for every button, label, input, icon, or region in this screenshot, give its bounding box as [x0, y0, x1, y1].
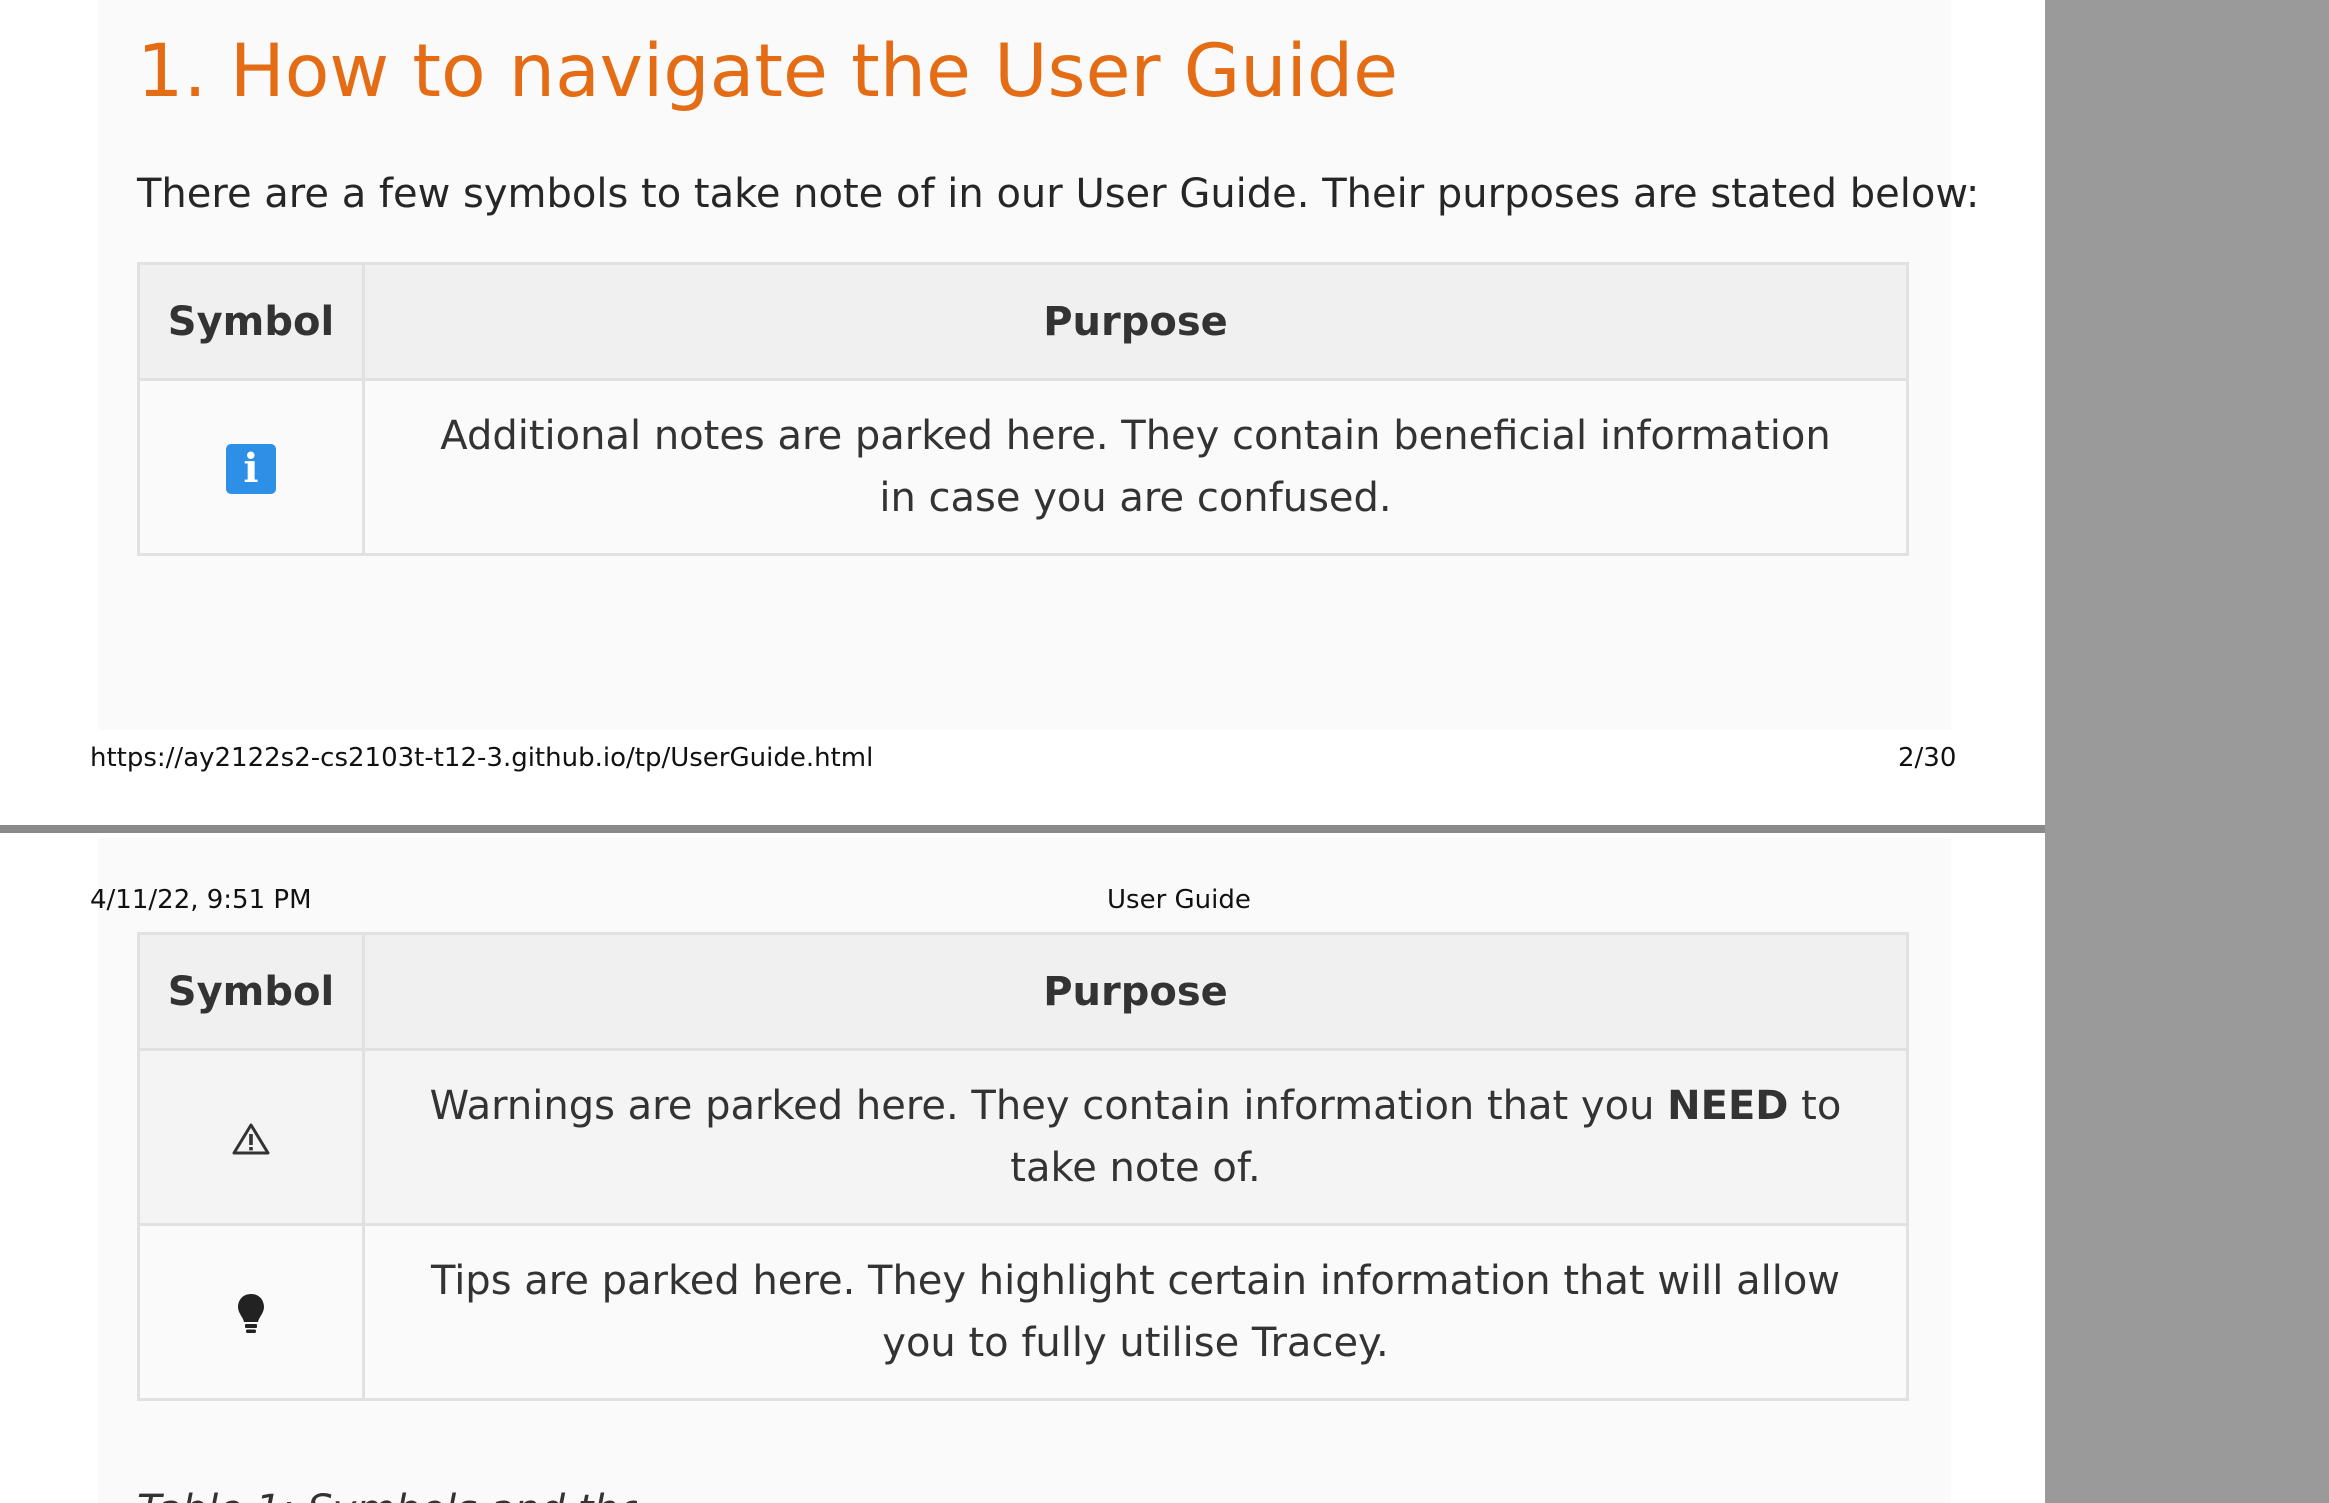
purpose-column-header: Purpose — [362, 932, 1909, 1051]
purpose-cell: Additional notes are parked here. They c… — [362, 378, 1909, 556]
table-caption: Table 1: Symbols and their purpose — [137, 1483, 637, 1503]
symbol-cell — [137, 1223, 365, 1401]
page-header-datetime: 4/11/22, 9:51 PM — [90, 885, 312, 915]
page-footer-number: 2/30 — [1898, 743, 1957, 773]
purpose-cell: Warnings are parked here. They contain i… — [362, 1048, 1909, 1226]
table-caption-text: Table 1: Symbols and their purpose — [137, 1485, 637, 1503]
page-footer-url: https://ay2122s2-cs2103t-t12-3.github.io… — [90, 743, 874, 773]
lightbulb-icon — [238, 1294, 264, 1333]
symbol-column-header: Symbol — [137, 262, 365, 381]
symbols-table-part-2: Symbol Purpose Warnings are parked here.… — [137, 932, 1909, 1401]
intro-paragraph: There are a few symbols to take note of … — [137, 171, 1980, 217]
table-row: Tips are parked here. They highlight cer… — [137, 1223, 1909, 1401]
purpose-column-header: Purpose — [362, 262, 1909, 381]
warning-icon — [232, 1123, 270, 1155]
symbols-table-part-1: Symbol Purpose i Additional notes are pa… — [137, 262, 1909, 556]
table-row: Warnings are parked here. They contain i… — [137, 1048, 1909, 1226]
info-icon: i — [226, 444, 276, 494]
symbol-cell: i — [137, 378, 365, 556]
page-separator — [0, 825, 2045, 833]
purpose-text-start: Warnings are parked here. They contain i… — [429, 1083, 1668, 1129]
symbol-column-header: Symbol — [137, 932, 365, 1051]
purpose-cell: Tips are parked here. They highlight cer… — [362, 1223, 1909, 1401]
page-header-title: User Guide — [1107, 885, 1251, 915]
section-heading: 1. How to navigate the User Guide — [137, 29, 1399, 114]
table-row: i Additional notes are parked here. They… — [137, 378, 1909, 556]
symbol-cell — [137, 1048, 365, 1226]
viewer-background — [2045, 0, 2329, 1503]
purpose-emphasis: NEED — [1667, 1083, 1789, 1129]
